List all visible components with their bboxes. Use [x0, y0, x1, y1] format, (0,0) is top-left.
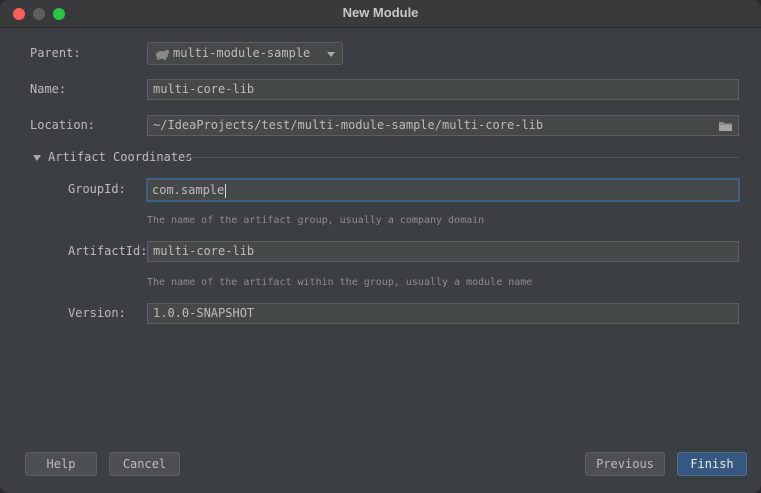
previous-button[interactable]: Previous: [585, 452, 665, 476]
artifactid-hint: The name of the artifact within the grou…: [147, 277, 533, 288]
version-field[interactable]: 1.0.0-SNAPSHOT: [147, 303, 739, 324]
name-field[interactable]: multi-core-lib: [147, 79, 739, 100]
parent-select[interactable]: multi-module-sample: [147, 42, 343, 65]
artifactid-label: ArtifactId:: [68, 244, 148, 258]
window-title: New Module: [342, 5, 419, 20]
name-label: Name:: [30, 82, 67, 96]
groupid-hint: The name of the artifact group, usually …: [147, 215, 485, 226]
groupid-field-value: com.sample: [152, 183, 225, 197]
parent-select-value: multi-module-sample: [173, 46, 311, 60]
chevron-down-icon[interactable]: [33, 155, 41, 161]
help-button[interactable]: Help: [25, 452, 97, 476]
location-field[interactable]: ~/IdeaProjects/test/multi-module-sample/…: [147, 115, 739, 136]
section-divider: [185, 157, 739, 158]
artifact-coordinates-title[interactable]: Artifact Coordinates: [48, 150, 193, 164]
artifactid-field[interactable]: multi-core-lib: [147, 241, 739, 262]
parent-label: Parent:: [30, 46, 81, 60]
finish-button[interactable]: Finish: [677, 452, 747, 476]
groupid-label: GroupId:: [68, 182, 126, 196]
maven-module-icon: [154, 47, 170, 61]
cancel-button[interactable]: Cancel: [109, 452, 180, 476]
title-bar: New Module: [0, 0, 761, 28]
new-module-dialog: New Module Parent: multi-module-sample N…: [0, 0, 761, 493]
folder-icon[interactable]: [718, 119, 733, 131]
location-label: Location:: [30, 118, 96, 132]
location-field-value: ~/IdeaProjects/test/multi-module-sample/…: [153, 118, 544, 132]
chevron-down-icon: [327, 52, 335, 57]
groupid-field[interactable]: com.sample: [146, 178, 740, 202]
text-caret: [225, 183, 227, 198]
version-label: Version:: [68, 306, 126, 320]
